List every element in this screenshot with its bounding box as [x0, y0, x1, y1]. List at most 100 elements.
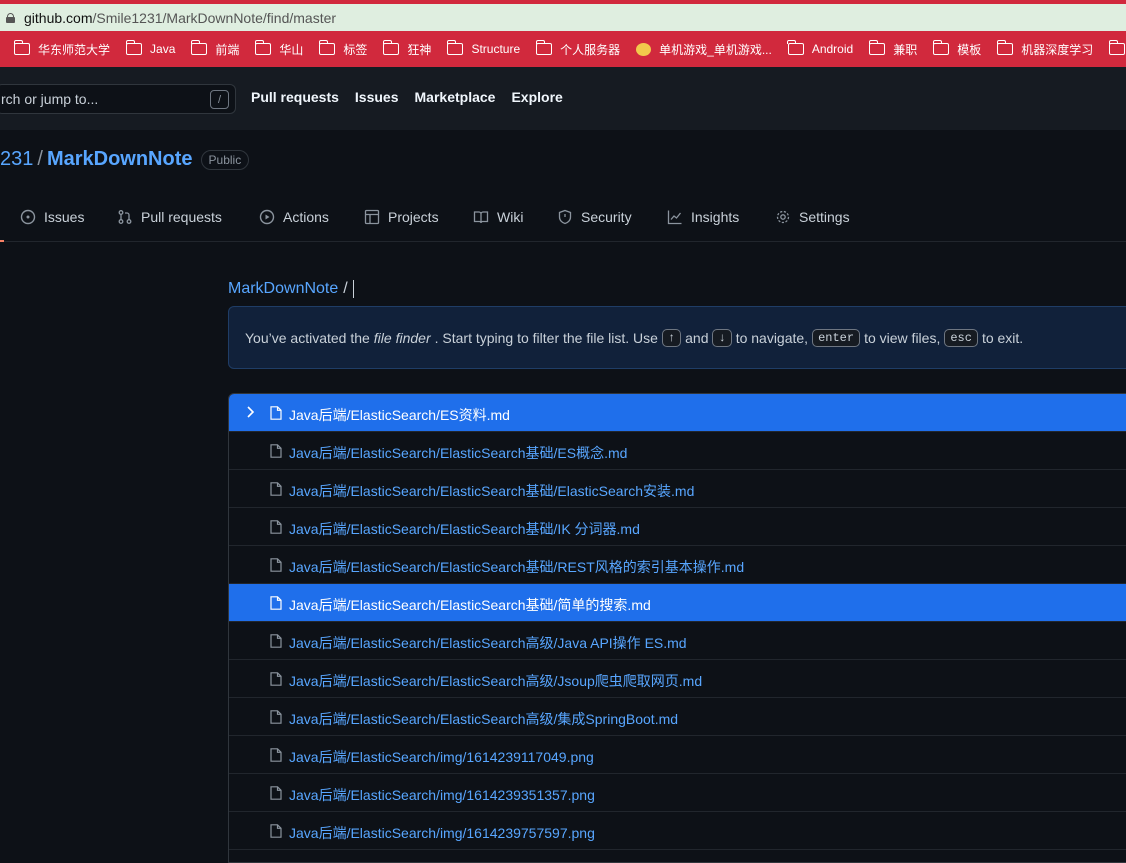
bookmark-label: Structure: [471, 42, 521, 56]
bookmark-item[interactable]: Android: [787, 40, 854, 56]
breadcrumb-repo-link[interactable]: MarkDownNote: [228, 280, 338, 298]
bookmark-label: Android: [811, 42, 854, 56]
repo-owner-link[interactable]: 231: [0, 148, 33, 171]
repo-title: 231 / MarkDownNote Public: [0, 148, 250, 171]
file-name-link[interactable]: Java后端/ElasticSearch/img/1614239757597.p…: [289, 823, 595, 843]
file-name-link[interactable]: Java后端/ElasticSearch/ElasticSearch高级/集成S…: [289, 709, 678, 729]
file-name-link[interactable]: Java后端/ElasticSearch/ElasticSearch基础/Ela…: [289, 481, 694, 501]
lock-icon: [6, 12, 15, 23]
bookmark-item[interactable]: 兼职: [868, 40, 917, 58]
file-name-link[interactable]: Java后端/ElasticSearch/ES资料.md: [289, 405, 510, 425]
file-name-link[interactable]: Java后端/ElasticSearch/ElasticSearch基础/简单的…: [289, 595, 651, 615]
file-icon: [270, 710, 282, 724]
bookmark-item[interactable]: 前端: [190, 40, 239, 58]
active-tab-underline: [0, 240, 4, 242]
nav-issues[interactable]: Issues: [355, 89, 399, 105]
tab-label: Projects: [388, 208, 439, 225]
file-icon: [270, 748, 282, 762]
file-name-link[interactable]: Java后端/ElasticSearch/ElasticSearch高级/Jso…: [289, 671, 702, 691]
tab-security[interactable]: Security: [557, 192, 632, 241]
file-row[interactable]: Java后端/ElasticSearch/img/1614239117049.p…: [229, 736, 1126, 774]
bookmark-label: 模板: [957, 42, 982, 57]
book-icon: [473, 210, 489, 223]
address-bar[interactable]: github.com/Smile1231/MarkDownNote/find/m…: [0, 4, 1126, 31]
tab-pull-requests[interactable]: Pull requests: [117, 192, 222, 241]
notice-text: to view files,: [864, 329, 941, 346]
tab-actions[interactable]: Actions: [259, 192, 329, 241]
tab-issues[interactable]: Issues: [20, 192, 84, 241]
file-icon: [270, 558, 282, 572]
file-row[interactable]: Java后端/ElasticSearch/ElasticSearch基础/Ela…: [229, 470, 1126, 508]
nav-marketplace[interactable]: Marketplace: [415, 89, 496, 105]
file-icon: [270, 482, 282, 496]
file-name-link[interactable]: Java后端/ElasticSearch/ElasticSearch基础/IK …: [289, 519, 640, 539]
file-row[interactable]: Java后端/ElasticSearch/ElasticSearch基础/RES…: [229, 546, 1126, 584]
repo-name-link[interactable]: MarkDownNote: [47, 148, 193, 171]
file-name-link[interactable]: Java后端/ElasticSearch/img/1614239117049.p…: [289, 747, 594, 767]
file-icon: [270, 406, 282, 420]
file-name-link[interactable]: Java后端/ElasticSearch/ElasticSearch基础/ES概…: [289, 443, 627, 463]
folder-icon: [787, 40, 804, 55]
tab-projects[interactable]: Projects: [364, 192, 439, 241]
file-finder-notice: You’ve activated the file finder . Start…: [228, 306, 1126, 369]
bookmark-item[interactable]: 华东师范大学: [13, 40, 111, 58]
file-icon: [270, 596, 282, 610]
github-header: rch or jump to... / Pull requests Issues…: [0, 67, 1126, 130]
folder-icon: [125, 40, 143, 55]
bookmark-item[interactable]: 标签: [318, 40, 367, 58]
file-row[interactable]: Java后端/ElasticSearch/ElasticSearch高级/Jso…: [229, 660, 1126, 698]
bookmark-item[interactable]: Structure: [446, 40, 521, 56]
search-placeholder: rch or jump to...: [1, 91, 99, 107]
file-icon: [270, 634, 282, 648]
tab-label: Insights: [691, 208, 740, 225]
visibility-badge: Public: [200, 149, 250, 170]
bookmark-item[interactable]: 单机游戏_单机游戏...: [636, 41, 772, 58]
folder-icon: [1108, 40, 1126, 55]
bookmark-label: 华东师范大学: [38, 42, 111, 57]
file-row[interactable]: Java后端/ElasticSearch/ElasticSearch高级/集成S…: [229, 698, 1126, 736]
bookmark-label: Java: [150, 42, 176, 56]
bookmark-item[interactable]: [1108, 40, 1126, 55]
tab-wiki[interactable]: Wiki: [473, 192, 523, 241]
bookmark-item[interactable]: 狂神: [382, 40, 432, 58]
chevron-right-icon: [247, 406, 255, 418]
folder-icon: [318, 40, 336, 55]
bookmark-item[interactable]: 个人服务器: [535, 40, 621, 58]
file-name-link[interactable]: Java后端/ElasticSearch/ElasticSearch基础/RES…: [289, 557, 744, 577]
key-up: ↑: [661, 328, 682, 347]
graph-icon: [667, 210, 682, 224]
tab-label: Actions: [283, 208, 329, 225]
bookmark-item[interactable]: 华山: [254, 40, 303, 58]
bookmark-label: 个人服务器: [560, 42, 621, 57]
file-name-link[interactable]: Java后端/ElasticSearch/ElasticSearch高级/Jav…: [289, 633, 687, 653]
file-row[interactable]: Java后端/ElasticSearch/ElasticSearch高级/Jav…: [229, 622, 1126, 660]
folder-icon: [382, 40, 400, 55]
file-row[interactable]: Java后端/ElasticSearch/ES资料.md: [229, 394, 1126, 432]
key-esc: esc: [944, 328, 978, 347]
tab-insights[interactable]: Insights: [667, 192, 739, 241]
file-row[interactable]: Java后端/ElasticSearch/ElasticSearch基础/简单的…: [229, 584, 1126, 622]
nav-explore[interactable]: Explore: [511, 89, 562, 105]
breadcrumb-separator: /: [343, 280, 348, 297]
file-row[interactable]: Java后端/ElasticSearch/ElasticSearch基础/ES概…: [229, 432, 1126, 470]
notice-text: and: [685, 329, 709, 346]
folder-icon: [996, 40, 1014, 55]
bookmark-label: 狂神: [407, 42, 432, 57]
search-input[interactable]: rch or jump to... /: [0, 84, 236, 114]
pull-request-icon: [118, 209, 132, 224]
nav-pull-requests[interactable]: Pull requests: [251, 89, 339, 105]
file-name-link[interactable]: Java后端/ElasticSearch/img/1614239351357.p…: [289, 785, 595, 805]
shield-icon: [558, 209, 572, 224]
bookmark-item[interactable]: 机器深度学习: [996, 40, 1093, 58]
folder-icon: [446, 40, 464, 55]
file-icon: [270, 824, 282, 838]
file-row[interactable]: Java后端/ElasticSearch/img/1614239757597.p…: [229, 812, 1126, 850]
file-row[interactable]: Java后端/ElasticSearch/ElasticSearch基础/IK …: [229, 508, 1126, 546]
file-row[interactable]: Java后端/ElasticSearch/img/1614239351357.p…: [229, 774, 1126, 812]
bookmark-item[interactable]: 模板: [932, 40, 982, 58]
repo-separator: /: [37, 148, 43, 170]
tab-settings[interactable]: Settings: [775, 192, 850, 241]
folder-icon: [535, 40, 553, 55]
bookmark-item[interactable]: Java: [125, 40, 176, 56]
finder-text-cursor[interactable]: [352, 280, 354, 298]
